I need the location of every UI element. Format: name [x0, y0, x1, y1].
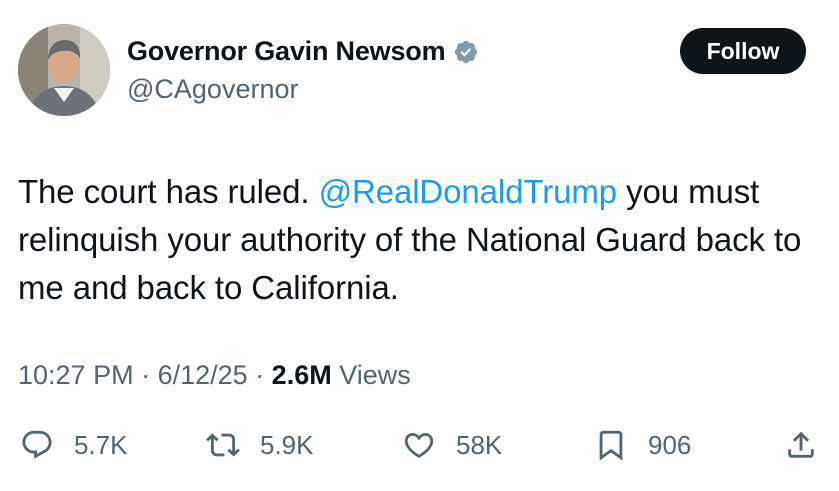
repost-count: 5.9K	[260, 429, 314, 460]
reply-count: 5.7K	[74, 429, 128, 460]
mention-link[interactable]: @RealDonaldTrump	[319, 173, 618, 210]
verified-badge-icon[interactable]	[453, 39, 479, 65]
meta-separator: ·	[133, 360, 158, 390]
tweet-date[interactable]: 6/12/25	[158, 360, 248, 390]
like-button[interactable]: 58K	[402, 420, 502, 470]
repost-icon	[206, 433, 240, 457]
reply-icon	[22, 430, 52, 459]
views-count[interactable]: 2.6M	[272, 360, 332, 390]
tweet-meta: 10:27 PM · 6/12/25 · 2.6M Views	[18, 360, 411, 391]
reply-button[interactable]: 5.7K	[20, 420, 128, 470]
follow-button[interactable]: Follow	[680, 28, 806, 74]
tweet-text: The court has ruled. @RealDonaldTrump yo…	[18, 168, 830, 312]
tweet-card: Governor Gavin Newsom @CAgovernor Follow…	[0, 0, 839, 491]
bookmark-button[interactable]: 906	[594, 420, 691, 470]
action-bar: 5.7K 5.9K 58K 906	[0, 420, 839, 470]
like-count: 58K	[456, 429, 503, 460]
avatar[interactable]	[18, 24, 110, 116]
tweet-time[interactable]: 10:27 PM	[18, 360, 134, 390]
heart-icon	[404, 432, 434, 458]
author-handle[interactable]: @CAgovernor	[127, 74, 298, 105]
repost-button[interactable]: 5.9K	[206, 420, 314, 470]
share-button[interactable]	[784, 420, 818, 470]
author-name-row: Governor Gavin Newsom	[127, 36, 479, 67]
author-display-name[interactable]: Governor Gavin Newsom	[127, 36, 446, 67]
avatar-photo	[18, 24, 110, 116]
bookmark-icon	[599, 430, 623, 461]
meta-separator: ·	[247, 360, 272, 390]
bookmark-count: 906	[648, 429, 692, 460]
views-label: Views	[331, 360, 411, 390]
share-icon	[788, 431, 814, 458]
tweet-text-before: The court has ruled.	[18, 173, 319, 210]
